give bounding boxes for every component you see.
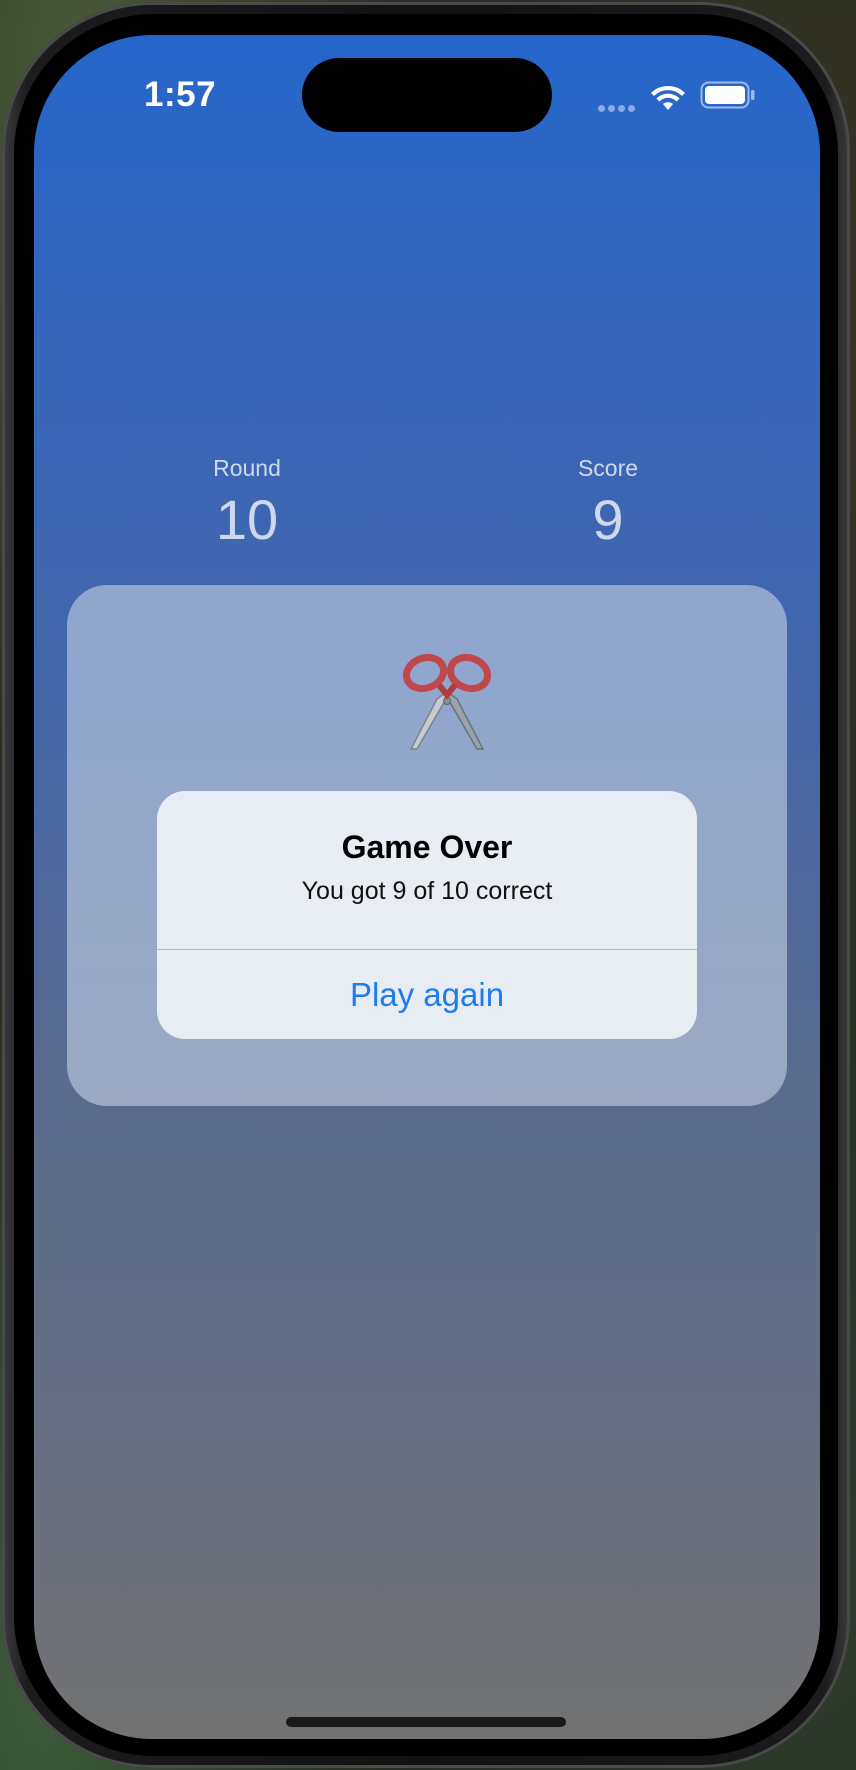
app-screen: 1:57 Round 10 Score 9 Game Over You got … — [34, 35, 820, 1739]
score-stat: Score 9 — [508, 453, 708, 553]
play-again-button[interactable]: Play again — [157, 950, 697, 1039]
status-time: 1:57 — [144, 75, 217, 114]
wifi-icon — [651, 85, 685, 110]
score-label: Score — [577, 455, 639, 481]
game-over-alert: Game Over You got 9 of 10 correct Play a… — [157, 791, 697, 1039]
round-stat: Round 10 — [147, 453, 347, 553]
cellular-signal-icon — [598, 99, 638, 112]
alert-title: Game Over — [341, 829, 513, 865]
alert-message: You got 9 of 10 correct — [301, 877, 553, 905]
round-label: Round — [213, 455, 281, 481]
score-value: 9 — [592, 488, 624, 551]
scissors-icon — [402, 653, 492, 750]
home-indicator[interactable] — [286, 1717, 566, 1727]
round-value: 10 — [215, 488, 279, 551]
battery-icon — [700, 81, 755, 109]
dynamic-island — [302, 58, 552, 132]
